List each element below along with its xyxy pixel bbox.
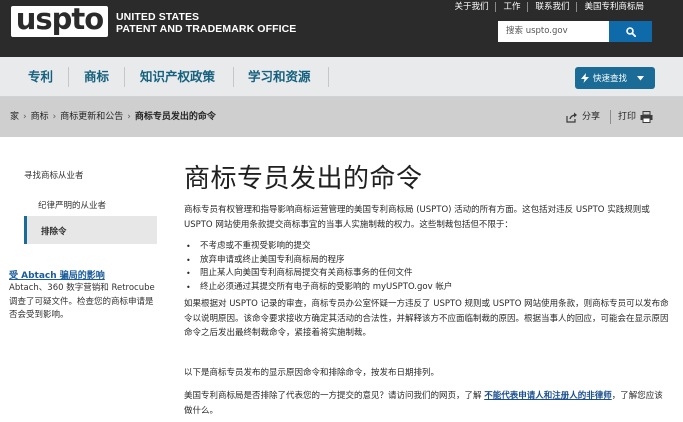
search-input[interactable]: 搜索 uspto.gov: [498, 21, 609, 42]
printer-icon: [640, 111, 653, 123]
top-link-jobs[interactable]: 工作: [495, 2, 527, 12]
bullet-icon: •: [186, 255, 191, 265]
logo-text: uspto: [15, 2, 104, 36]
top-link-contact[interactable]: 联系我们: [527, 2, 576, 12]
nav-trademarks[interactable]: 商标: [84, 57, 109, 97]
search-button[interactable]: [609, 21, 652, 42]
page-title: 商标专员发出的命令: [184, 164, 423, 194]
list-item: • 不考虑或不重视受影响的提交: [186, 240, 666, 254]
bullet-icon: •: [186, 269, 191, 278]
breadcrumb-arrow-icon: ›: [52, 112, 57, 122]
lightning-icon: [581, 73, 589, 83]
breadcrumb-updates[interactable]: 商标更新和公告: [60, 112, 123, 122]
share-button[interactable]: 分享: [566, 97, 600, 137]
list-item-text: 终止必须通过其提交所有电子商标的受影响的 myUSPTO.gov 帐户: [200, 281, 453, 292]
list-item: • 放弃申请或终止美国专利商标局的程序: [186, 254, 666, 268]
orders-list-intro: 以下是商标专员发布的显示原因命令和排除命令，按发布日期排列。: [184, 368, 440, 378]
promo-text: Abtach、360 数字营销和 Retrocube 调查了可疑文件。检查您的商…: [9, 283, 155, 320]
search-icon: [625, 26, 636, 37]
breadcrumb-arrow-icon: ›: [127, 112, 131, 122]
breadcrumb: 家 › 商标 › 商标更新和公告 › 商标专员发出的命令: [10, 97, 216, 137]
share-icon: [566, 112, 577, 123]
non-attorney-prefix: 美国专利商标局是否排除了代表您的一方提交的意见？请访问我们的网页，了解: [184, 391, 482, 401]
agency-name: UNITED STATES PATENT AND TRADEMARK OFFIC…: [116, 11, 296, 35]
nav-learning[interactable]: 学习和资源: [248, 57, 311, 97]
print-button[interactable]: 打印: [618, 97, 653, 137]
nav-divider: [328, 67, 329, 87]
list-item-text: 阻止某人向美国专利商标局提交有关商标事务的任何文件: [200, 268, 413, 278]
quick-search-button[interactable]: 快速查找: [575, 67, 655, 89]
sanctions-list: • 不考虑或不重视受影响的提交 • 放弃申请或终止美国专利商标局的程序 • 阻止某人向…: [186, 240, 666, 294]
caret-down-icon: [637, 75, 645, 80]
top-link-uspto[interactable]: 美国专利商标局: [576, 2, 651, 12]
breadcrumb-current: 商标专员发出的命令: [134, 112, 216, 122]
intro-paragraph: 商标专员有权管理和指导影响商标运营管理的美国专利商标局 (USPTO) 活动的所…: [184, 205, 650, 230]
breadcrumb-home[interactable]: 家: [10, 112, 19, 122]
agency-line-1: UNITED STATES: [116, 11, 200, 23]
non-attorney-link[interactable]: 不能代表申请人和注册人的非律师: [484, 391, 612, 401]
share-label: 分享: [582, 112, 601, 122]
sidebar-item-disciplined[interactable]: 纪律严明的从业者: [38, 199, 106, 211]
bullet-icon: •: [186, 242, 191, 251]
quick-search-label: 快速查找: [593, 74, 628, 84]
list-item-text: 不考虑或不重视受影响的提交: [200, 241, 311, 251]
top-link-about[interactable]: 关于我们: [447, 2, 495, 12]
nav-divider: [233, 67, 234, 87]
sidebar-item-label: 排除令: [41, 227, 67, 237]
list-item: • 终止必须通过其提交所有电子商标的受影响的 myUSPTO.gov 帐户: [186, 281, 666, 295]
bullet-icon: •: [186, 282, 191, 292]
promo-link[interactable]: 受 Abtach 骗局的影响: [9, 268, 105, 281]
nav-patents[interactable]: 专利: [28, 57, 53, 97]
site-header: uspto UNITED STATES PATENT AND TRADEMARK…: [0, 0, 683, 57]
agency-line-2: PATENT AND TRADEMARK OFFICE: [116, 23, 297, 35]
show-cause-paragraph: 如果根据对 USPTO 记录的审查，商标专员办公室怀疑一方违反了 USPTO 规…: [184, 299, 669, 338]
nav-ip-policy[interactable]: 知识产权政策: [140, 57, 215, 97]
sidebar-item-exclusion-orders[interactable]: 排除令: [24, 216, 157, 244]
nav-divider: [68, 67, 69, 87]
top-links: 关于我们 工作 联系我们 美国专利商标局: [447, 2, 651, 12]
list-item-text: 放弃申请或终止美国专利商标局的程序: [200, 254, 345, 265]
non-attorney-paragraph: 美国专利商标局是否排除了代表您的一方提交的意见？请访问我们的网页，了解 不能代表…: [184, 389, 670, 418]
uspto-logo[interactable]: uspto: [11, 2, 108, 37]
toolbar-divider: [610, 110, 611, 124]
list-item: • 阻止某人向美国专利商标局提交有关商标事务的任何文件: [186, 267, 666, 281]
breadcrumb-trademarks[interactable]: 商标: [31, 112, 49, 122]
breadcrumb-arrow-icon: ›: [23, 112, 27, 122]
breadcrumb-bar: 家 › 商标 › 商标更新和公告 › 商标专员发出的命令 分享 打印: [0, 97, 683, 137]
print-label: 打印: [618, 112, 637, 122]
sidebar-item-find-practitioner[interactable]: 寻找商标从业者: [24, 169, 84, 181]
nav-divider: [124, 67, 125, 87]
